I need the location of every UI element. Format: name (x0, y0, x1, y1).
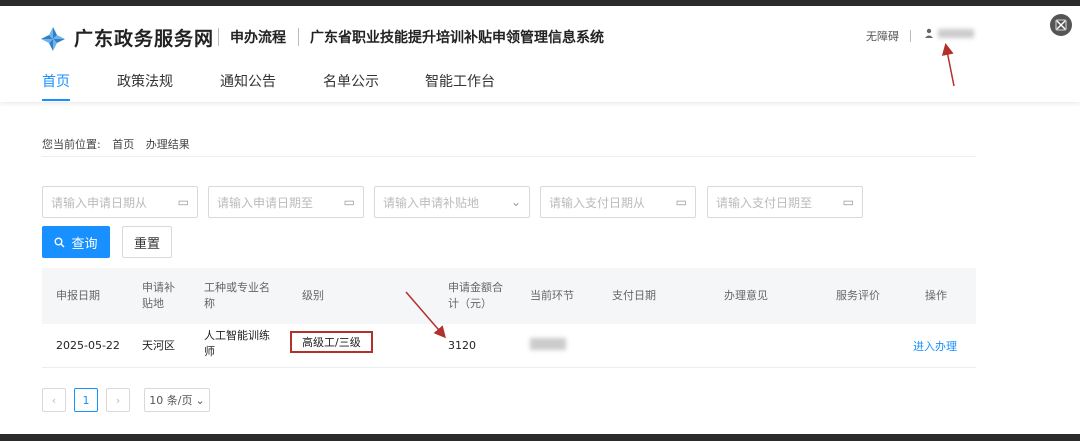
cell-level: 高级工/三级 (290, 331, 373, 353)
breadcrumb-prefix: 您当前位置: (42, 138, 101, 151)
th-level: 级别 (302, 289, 324, 302)
apply-date-from-placeholder: 请输入申请日期从 (51, 195, 148, 210)
nav-item-workbench[interactable]: 智能工作台 (425, 71, 495, 99)
apply-date-to-placeholder: 请输入申请日期至 (217, 195, 314, 210)
breadcrumb: 您当前位置: 首页 办理结果 (42, 136, 198, 152)
cell-trade: 人工智能训练师 (204, 329, 270, 358)
pay-date-from-placeholder: 请输入支付日期从 (549, 195, 646, 210)
table-row: 2025-05-22 天河区 人工智能训练师 高级工/三级 3120 进入办理 (42, 324, 976, 368)
app-frame: 广东政务服务网 申办流程 广东省职业技能提升培训补贴申领管理信息系统 无障碍 首… (0, 6, 1080, 434)
apply-date-from-input[interactable]: 请输入申请日期从 ▭ (42, 186, 198, 218)
pay-date-to-placeholder: 请输入支付日期至 (716, 195, 813, 210)
cell-stage-redacted (530, 338, 566, 350)
apply-region-select[interactable]: 请输入申请补贴地 ⌄ (374, 186, 530, 218)
divider (42, 156, 976, 157)
close-icon[interactable] (1050, 14, 1072, 36)
search-icon (54, 237, 65, 247)
search-button[interactable]: 查询 (42, 226, 110, 258)
cell-amount: 3120 (448, 339, 476, 352)
chevron-down-icon: ⌄ (195, 393, 205, 407)
chevron-down-icon: ⌄ (510, 195, 521, 209)
th-opinion: 办理意见 (724, 289, 768, 302)
user-menu[interactable] (924, 28, 974, 38)
th-operation: 操作 (925, 289, 947, 302)
th-stage: 当前环节 (530, 289, 574, 302)
pay-date-to-input[interactable]: 请输入支付日期至 ▭ (707, 186, 863, 218)
breadcrumb-current: 办理结果 (145, 138, 190, 151)
user-name-redacted (938, 28, 974, 38)
accessibility-link[interactable]: 无障碍 (866, 28, 899, 44)
brand-title[interactable]: 广东政务服务网 (74, 24, 214, 51)
enter-process-link[interactable]: 进入办理 (913, 338, 957, 354)
next-page-button[interactable]: › (106, 388, 130, 412)
calendar-icon: ▭ (343, 195, 355, 209)
site-header: 广东政务服务网 申办流程 广东省职业技能提升培训补贴申领管理信息系统 无障碍 首… (0, 6, 1080, 102)
gd-logo-icon (41, 27, 65, 51)
th-region: 申请补贴地 (142, 281, 175, 310)
th-rating: 服务评价 (836, 289, 880, 302)
flow-link[interactable]: 申办流程 (230, 27, 286, 47)
main-nav: 首页 政策法规 通知公告 名单公示 智能工作台 (0, 68, 1080, 102)
page-size-label: 10 条/页 (149, 394, 193, 407)
nav-item-publicity[interactable]: 名单公示 (323, 71, 379, 99)
page-1-button[interactable]: 1 (74, 388, 98, 412)
table-header: 申报日期 申请补贴地 工种或专业名称 级别 申请金额合计（元） 当前环节 支付日… (42, 268, 976, 324)
cell-apply-date: 2025-05-22 (56, 339, 120, 352)
calendar-icon: ▭ (675, 195, 687, 209)
user-icon (925, 28, 933, 38)
divider (218, 28, 219, 46)
reset-button[interactable]: 重置 (122, 226, 172, 258)
prev-page-button[interactable]: ‹ (42, 388, 66, 412)
cell-region: 天河区 (142, 339, 175, 352)
calendar-icon: ▭ (842, 195, 854, 209)
breadcrumb-home[interactable]: 首页 (112, 138, 134, 151)
nav-item-notice[interactable]: 通知公告 (220, 71, 276, 99)
calendar-icon: ▭ (177, 195, 189, 209)
pay-date-from-input[interactable]: 请输入支付日期从 ▭ (540, 186, 696, 218)
search-button-label: 查询 (71, 236, 98, 252)
apply-region-placeholder: 请输入申请补贴地 (383, 195, 480, 210)
th-trade: 工种或专业名称 (204, 281, 270, 310)
nav-item-policy[interactable]: 政策法规 (117, 71, 173, 99)
th-apply-date: 申报日期 (56, 289, 100, 302)
th-pay-date: 支付日期 (612, 289, 656, 302)
apply-date-to-input[interactable]: 请输入申请日期至 ▭ (208, 186, 364, 218)
nav-item-home[interactable]: 首页 (42, 71, 70, 101)
system-title: 广东省职业技能提升培训补贴申领管理信息系统 (310, 30, 604, 46)
th-amount: 申请金额合计（元） (448, 281, 503, 310)
divider (298, 28, 299, 46)
page-size-select[interactable]: 10 条/页 ⌄ (144, 388, 210, 412)
divider (910, 30, 911, 42)
